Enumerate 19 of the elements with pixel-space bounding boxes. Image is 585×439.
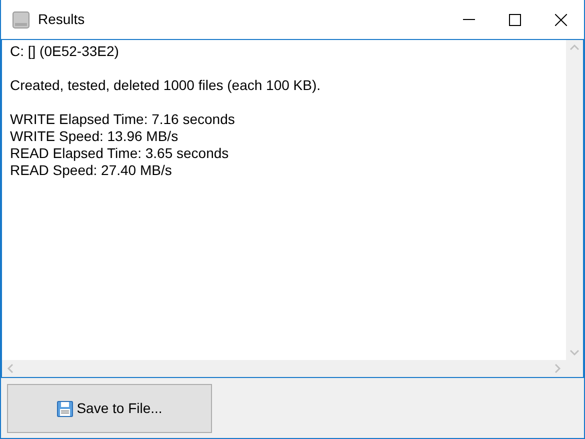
window-title: Results [38, 10, 85, 29]
scroll-down-icon [570, 350, 579, 356]
scroll-up-icon [570, 44, 579, 50]
result-line: Created, tested, deleted 1000 files (each 100 KB). [10, 77, 321, 94]
maximize-icon [509, 14, 521, 26]
drive-icon [12, 10, 30, 28]
result-line: WRITE Speed: 13.96 MB/s [10, 128, 178, 145]
minimize-icon [463, 18, 475, 20]
vertical-scrollbar[interactable] [566, 40, 583, 360]
result-line: C: [] (0E52-33E2) [10, 43, 119, 60]
horizontal-scrollbar[interactable] [2, 360, 566, 377]
result-line: READ Speed: 27.40 MB/s [10, 162, 172, 179]
scroll-left-icon [7, 364, 13, 373]
scroll-right-icon [555, 364, 561, 373]
text-area[interactable]: C: [] (0E52-33E2) Created, tested, deleted 1000 files (each 100 KB). WRITE Elapsed Time: 7.16 seconds WRITE Speed: 13.96 MB/s READ Elapsed Time: 3.65 seconds READ Speed: 27.40 MB/s [1, 39, 584, 378]
close-icon [555, 14, 567, 26]
result-line: READ Elapsed Time: 3.65 seconds [10, 145, 229, 162]
save-to-file-button[interactable]: Save to File... [7, 384, 212, 433]
result-line: WRITE Elapsed Time: 7.16 seconds [10, 111, 235, 128]
